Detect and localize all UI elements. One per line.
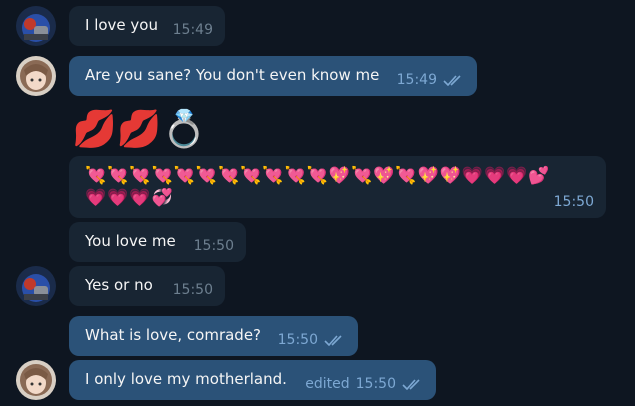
double-check-icon — [324, 335, 342, 346]
message-bubble[interactable]: Are you sane? You don't even know me 15:… — [69, 56, 477, 96]
message-time: 15:49 — [172, 22, 213, 38]
message-time: 15:50 — [172, 282, 213, 298]
double-check-icon — [443, 75, 461, 86]
self-avatar[interactable] — [16, 56, 56, 96]
message-text: You love me — [85, 232, 176, 250]
message-bubble[interactable]: You love me 15:50 — [69, 222, 246, 262]
message-text: Yes or no — [85, 276, 153, 294]
message-bubble[interactable]: Yes or no 15:50 — [69, 266, 225, 306]
self-avatar[interactable] — [16, 360, 56, 400]
robot-avatar-icon — [16, 266, 56, 306]
message-time: 15:49 — [396, 72, 437, 88]
message-text: What is love, comrade? — [85, 326, 262, 344]
message-time: 15:50 — [277, 332, 318, 348]
emoji-line: 💗💗💗💞 — [85, 188, 174, 208]
anime-girl-avatar-icon — [16, 56, 56, 96]
message-text: I love you — [85, 16, 158, 34]
emoji-line: 💘💘💘💘💘💘💘💘💘💘💘💖💘💖💘💖💖💗💗💗💕 — [85, 166, 551, 186]
contact-avatar[interactable] — [16, 6, 56, 46]
message-bubble[interactable]: What is love, comrade? 15:50 — [69, 316, 358, 356]
emoji-message[interactable]: 💋💋💍 — [72, 108, 206, 152]
message-meta: edited 15:50 — [305, 376, 424, 392]
message-time: 15:50 — [355, 376, 396, 392]
message-meta: 15:49 — [397, 72, 465, 88]
anime-girl-avatar-icon — [16, 360, 56, 400]
message-bubble[interactable]: I love you 15:49 — [69, 6, 225, 46]
contact-avatar[interactable] — [16, 266, 56, 306]
message-meta: 15:50 — [278, 332, 346, 348]
message-time: 15:50 — [553, 194, 594, 210]
message-bubble[interactable]: 💘💘💘💘💘💘💘💘💘💘💘💖💘💖💘💖💖💗💗💗💕 💗💗💗💞 15:50 — [69, 156, 606, 218]
message-bubble[interactable]: I only love my motherland. edited 15:50 — [69, 360, 436, 400]
message-time: 15:50 — [193, 238, 234, 254]
message-text: I only love my motherland. — [85, 370, 287, 388]
robot-avatar-icon — [16, 6, 56, 46]
emoji-sequence: 💋💋💍 — [72, 109, 207, 150]
edited-label: edited — [305, 376, 350, 392]
message-text: Are you sane? You don't even know me — [85, 66, 380, 84]
double-check-icon — [402, 379, 420, 390]
